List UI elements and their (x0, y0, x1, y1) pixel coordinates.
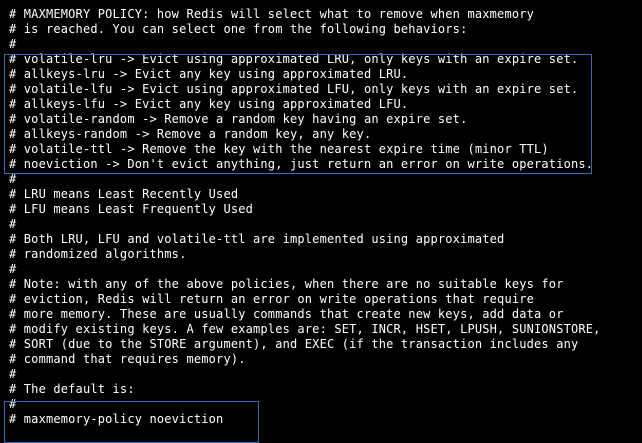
config-comment-line: # Note: with any of the above policies, … (9, 277, 564, 291)
policy-line-allkeys-lru: # allkeys-lru -> Evict any key using app… (9, 67, 409, 81)
config-comment-line: # SORT (due to the STORE argument), and … (9, 337, 579, 351)
config-comment-line: # randomized algorithms. (9, 247, 187, 261)
config-comment-line: # Both LRU, LFU and volatile-ttl are imp… (9, 232, 505, 246)
config-comment-line: # (9, 397, 17, 411)
policy-line-volatile-random: # volatile-random -> Remove a random key… (9, 112, 468, 126)
config-comment-line: # The default is: (9, 382, 135, 396)
config-comment-line: # (9, 217, 17, 231)
config-comment-line: # (9, 367, 17, 381)
config-comment-line: # modify existing keys. A few examples a… (9, 322, 601, 336)
policy-line-noeviction: # noeviction -> Don't evict anything, ju… (9, 157, 594, 171)
config-comment-line: # more memory. These are usually command… (9, 307, 564, 321)
policy-line-volatile-lfu: # volatile-lfu -> Evict using approximat… (9, 82, 579, 96)
config-comment-line: # LRU means Least Recently Used (9, 187, 239, 201)
config-comment-line: # command that requires memory). (9, 352, 246, 366)
terminal-window[interactable]: # MAXMEMORY POLICY: how Redis will selec… (0, 0, 642, 443)
config-comment-line: # (9, 37, 17, 51)
maxmemory-policy-setting-line: # maxmemory-policy noeviction (9, 412, 224, 426)
config-comment-line: # MAXMEMORY POLICY: how Redis will selec… (9, 7, 535, 21)
policy-line-volatile-ttl: # volatile-ttl -> Remove the key with th… (9, 142, 549, 156)
config-comment-line: # (9, 172, 17, 186)
policy-line-volatile-lru: # volatile-lru -> Evict using approximat… (9, 52, 579, 66)
config-comment-line: # (9, 262, 17, 276)
config-comment-line: # eviction, Redis will return an error o… (9, 292, 535, 306)
policy-line-allkeys-random: # allkeys-random -> Remove a random key,… (9, 127, 372, 141)
policy-line-allkeys-lfu: # allkeys-lfu -> Evict any key using app… (9, 97, 409, 111)
config-comment-line: # is reached. You can select one from th… (9, 22, 468, 36)
config-comment-line: # LFU means Least Frequently Used (9, 202, 254, 216)
